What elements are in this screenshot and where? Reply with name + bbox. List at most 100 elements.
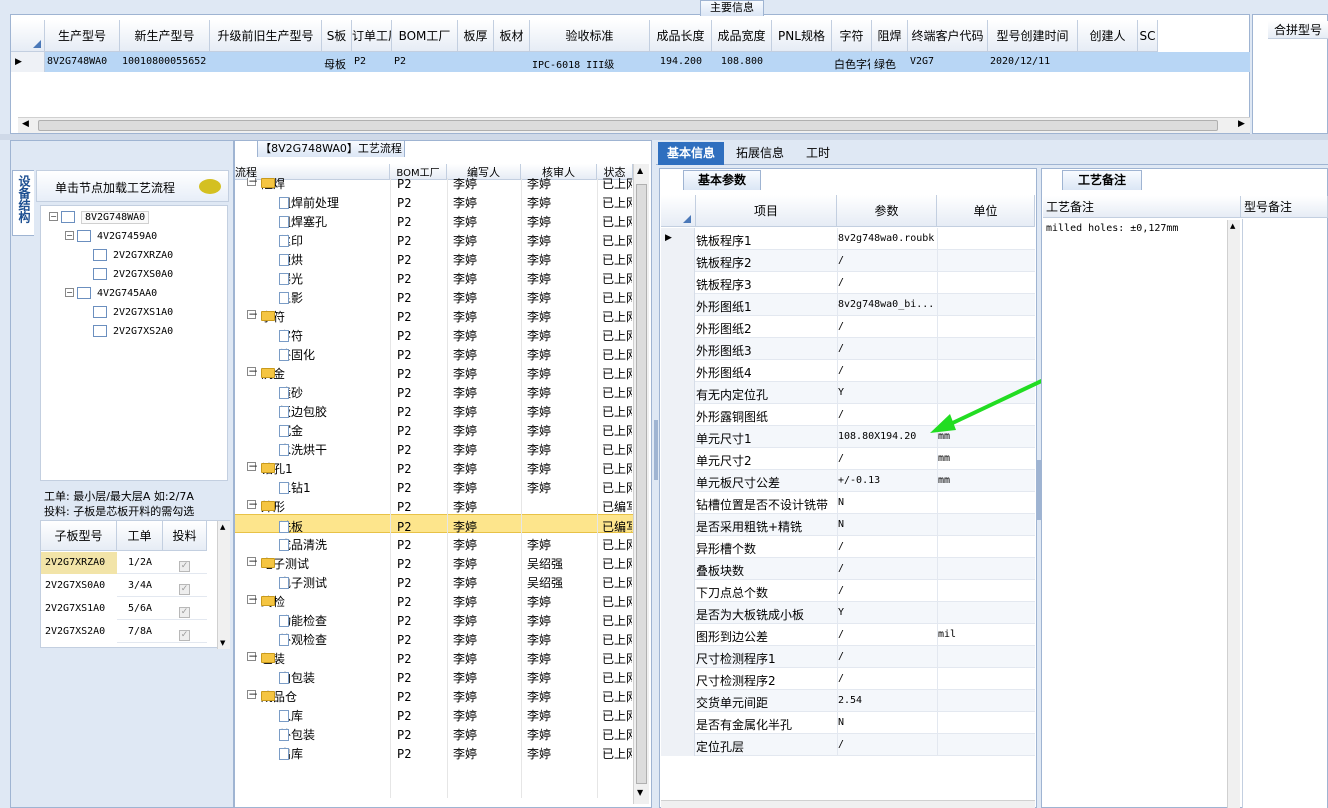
param-row[interactable]: 是否有金属化半孔 N	[661, 712, 1035, 734]
scroll-left-icon[interactable]: ◀	[22, 119, 29, 129]
param-value[interactable]: /	[838, 277, 937, 288]
collapse-icon[interactable]: −	[247, 178, 258, 187]
param-row[interactable]: 铣板程序3 /	[661, 272, 1035, 294]
main-info-hscroll[interactable]: ◀ ▶	[18, 117, 1250, 133]
param-value[interactable]: N	[838, 717, 937, 728]
param-value[interactable]: /	[838, 321, 937, 332]
param-unit[interactable]: mil	[938, 629, 1035, 640]
param-row[interactable]: 交货单元间距 2.54	[661, 690, 1035, 712]
process-vscroll[interactable]: ▲ ▼	[633, 164, 649, 804]
col-process-remark[interactable]: 工艺备注	[1043, 196, 1241, 218]
tree-node[interactable]: − 8V2G748WA0	[49, 209, 150, 227]
col-standard[interactable]: 验收标准	[530, 20, 650, 52]
process-row[interactable]: 沉金 P2 李婷 李婷 已上网	[235, 419, 633, 438]
param-value[interactable]: 8v2g748wa0_bi...	[838, 299, 937, 310]
feed-checkbox[interactable]: ✓	[179, 626, 190, 641]
cell-s-board[interactable]: 母板	[324, 56, 350, 72]
cell-created[interactable]: 2020/12/11	[990, 56, 1076, 67]
tab-basic-params[interactable]: 基本参数	[683, 170, 761, 190]
col-material[interactable]: 板材	[494, 20, 530, 52]
collapse-icon[interactable]: −	[247, 688, 258, 700]
cell-new-model[interactable]: 10010800055652	[122, 56, 208, 67]
param-row[interactable]: 尺寸检测程序2 /	[661, 668, 1035, 690]
param-row[interactable]: 是否采用粗铣+精铣 N	[661, 514, 1035, 536]
process-row[interactable]: −外形 P2 李婷 已编写	[235, 495, 633, 514]
process-row[interactable]: 阻焊塞孔 P2 李婷 李婷 已上网	[235, 210, 633, 229]
param-row[interactable]: 是否为大板铣成小板 Y	[661, 602, 1035, 624]
tree-node[interactable]: 2V2G7XS0A0	[81, 266, 173, 284]
feed-checkbox[interactable]: ✓	[179, 557, 190, 572]
col-order-factory[interactable]: 订单工厂	[352, 20, 392, 52]
table-row[interactable]: 2V2G7XRZA0 1/2A ✓	[41, 552, 207, 574]
process-row[interactable]: −沉金 P2 李婷 李婷 已上网	[235, 362, 633, 381]
param-row[interactable]: 定位孔层 /	[661, 734, 1035, 756]
col-pnl[interactable]: PNL规格	[772, 20, 832, 52]
param-value[interactable]: 2.54	[838, 695, 937, 706]
process-row[interactable]: 预烘 P2 李婷 李婷 已上网	[235, 248, 633, 267]
tab-extended-info[interactable]: 拓展信息	[728, 142, 792, 165]
param-value[interactable]: /	[838, 255, 937, 266]
process-row[interactable]: 板边包胶 P2 李婷 李婷 已上网	[235, 400, 633, 419]
tab-main-info[interactable]: 主要信息	[700, 0, 764, 16]
feed-checkbox[interactable]: ✓	[179, 580, 190, 595]
process-row[interactable]: 终固化 P2 李婷 李婷 已上网	[235, 343, 633, 362]
col-creator[interactable]: 创建人	[1078, 20, 1138, 52]
param-value[interactable]: N	[838, 519, 937, 530]
process-row[interactable]: −成品仓 P2 李婷 李婷 已上网	[235, 685, 633, 704]
param-unit[interactable]: mm	[938, 475, 1035, 486]
process-row[interactable]: 二钻1 P2 李婷 李婷 已上网	[235, 476, 633, 495]
process-row[interactable]: −钻孔1 P2 李婷 李婷 已上网	[235, 457, 633, 476]
param-row[interactable]: 钻槽位置是否不设计铣带 N	[661, 492, 1035, 514]
process-row[interactable]: 电子测试 P2 李婷 吴绍强 已上网	[235, 571, 633, 590]
col-model[interactable]: 生产型号	[45, 20, 120, 52]
col-item[interactable]: 项目	[696, 195, 837, 227]
process-row[interactable]: 功能检查 P2 李婷 李婷 已上网	[235, 609, 633, 628]
col-bom-factory[interactable]: BOM工厂	[392, 20, 458, 52]
collapse-icon[interactable]: −	[247, 498, 258, 510]
param-row[interactable]: 异形槽个数 /	[661, 536, 1035, 558]
scroll-up-icon[interactable]: ▲	[1230, 222, 1235, 230]
process-row[interactable]: 出库 P2 李婷 李婷 已上网	[235, 742, 633, 761]
scroll-down-icon[interactable]: ▼	[220, 639, 225, 647]
cell-bom-factory[interactable]: P2	[394, 56, 456, 67]
tab-process-remarks[interactable]: 工艺备注	[1062, 170, 1142, 190]
param-row[interactable]: ▶ 铣板程序1 8v2g748wa0.roubk	[661, 228, 1035, 250]
process-row[interactable]: 外观检查 P2 李婷 李婷 已上网	[235, 628, 633, 647]
col-old-model[interactable]: 升级前旧生产型号	[210, 20, 322, 52]
splitter-handle[interactable]	[654, 420, 658, 480]
col-char[interactable]: 字符	[832, 20, 872, 52]
col-new-model[interactable]: 新生产型号	[120, 20, 210, 52]
process-row[interactable]: −终检 P2 李婷 李婷 已上网	[235, 590, 633, 609]
tree-node[interactable]: 2V2G7XS1A0	[81, 304, 173, 322]
collapse-icon[interactable]: −	[65, 288, 74, 297]
scroll-thumb[interactable]	[636, 184, 647, 784]
param-row[interactable]: 叠板块数 /	[661, 558, 1035, 580]
col-sc[interactable]: SC	[1138, 20, 1158, 52]
scroll-down-icon[interactable]: ▼	[637, 788, 643, 797]
collapse-icon[interactable]: −	[247, 460, 258, 472]
process-row[interactable]: 入库 P2 李婷 李婷 已上网	[235, 704, 633, 723]
process-row[interactable]: 成品清洗 P2 李婷 李婷 已上网	[235, 533, 633, 552]
param-value[interactable]: +/-0.13	[838, 475, 937, 486]
load-flow-header[interactable]: 单击节点加载工艺流程	[36, 170, 229, 202]
col-created[interactable]: 型号创建时间	[988, 20, 1078, 52]
param-value[interactable]: /	[838, 541, 937, 552]
cell-order-factory[interactable]: P2	[354, 56, 390, 67]
process-row[interactable]: 显影 P2 李婷 李婷 已上网	[235, 286, 633, 305]
param-value[interactable]: /	[838, 343, 937, 354]
param-value[interactable]: /	[838, 651, 937, 662]
param-row[interactable]: 外形图纸2 /	[661, 316, 1035, 338]
collapse-icon[interactable]: −	[247, 650, 258, 662]
param-value[interactable]: /	[838, 453, 937, 464]
process-row[interactable]: 丝印 P2 李婷 李婷 已上网	[235, 229, 633, 248]
col-thickness[interactable]: 板厚	[458, 20, 494, 52]
process-row[interactable]: −包装 P2 李婷 李婷 已上网	[235, 647, 633, 666]
col-model-remark[interactable]: 型号备注	[1241, 196, 1328, 218]
collapse-icon[interactable]: −	[247, 593, 258, 605]
process-row[interactable]: 曝光 P2 李婷 李婷 已上网	[235, 267, 633, 286]
table-row[interactable]: 2V2G7XS1A0 5/6A ✓	[41, 598, 207, 620]
param-row[interactable]: 图形到边公差 / mil	[661, 624, 1035, 646]
param-row[interactable]: 单元板尺寸公差 +/-0.13 mm	[661, 470, 1035, 492]
param-unit[interactable]: mm	[938, 453, 1035, 464]
param-value[interactable]: N	[838, 497, 937, 508]
